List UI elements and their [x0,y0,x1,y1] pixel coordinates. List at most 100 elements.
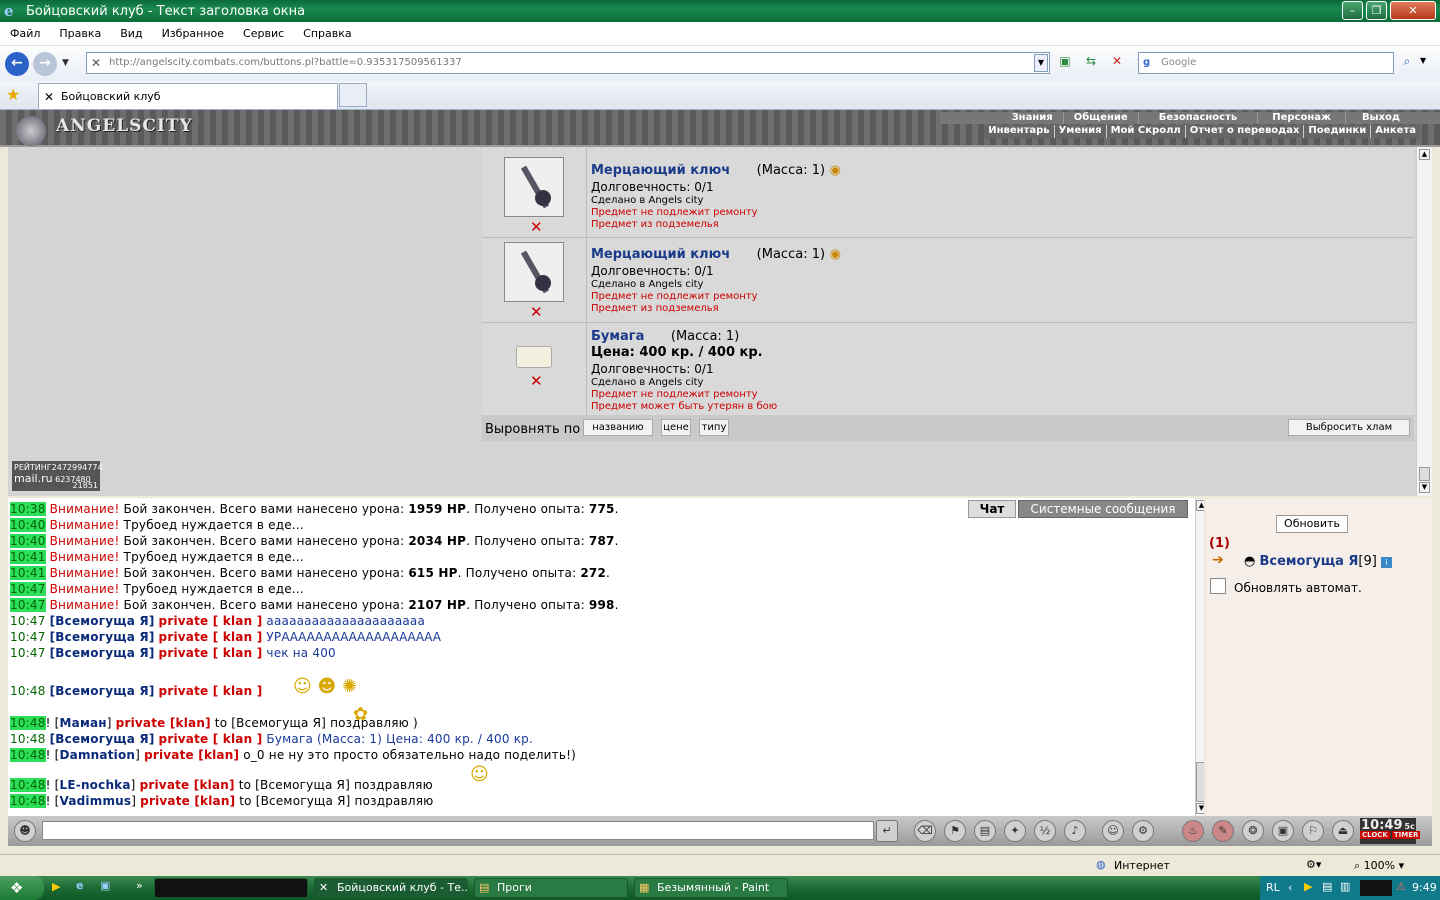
private-tag[interactable]: private [ klan ] [159,732,263,746]
send-icon[interactable]: ↵ [876,820,898,842]
inventory-scrollbar[interactable]: ▲ ▼ [1416,147,1432,496]
menu-favorites[interactable]: Избранное [152,27,233,40]
discard-junk-button[interactable]: Выбросить хлам [1288,419,1410,436]
stop-icon[interactable]: ✕ [1108,54,1126,72]
minimize-button[interactable]: – [1342,1,1363,20]
tray-network-icon[interactable]: ▤ [1322,880,1332,893]
scroll-up-icon[interactable]: ▲ [1419,149,1430,160]
nav-inventory[interactable]: Инвентарь [984,125,1055,138]
exit-icon[interactable]: ⏏ [1332,820,1354,842]
sound-icon[interactable]: ♪ [1064,820,1086,842]
scroll-thumb[interactable] [1419,467,1430,481]
clock-label[interactable]: CLOCK [1360,831,1390,839]
bag-icon[interactable]: ▣ [1272,820,1294,842]
nav-knowledge[interactable]: Знания [1002,112,1064,124]
delete-item-icon[interactable]: ✕ [530,218,543,236]
info-icon[interactable]: i [1380,557,1392,568]
sender-nick[interactable]: [Всемогуща Я] [50,630,155,644]
sender-nick[interactable]: [Всемогуща Я] [50,732,155,746]
tray-security-icon[interactable]: ⚠ [1396,880,1406,893]
start-button[interactable]: ❖ [0,876,44,900]
sort-by-name-button[interactable]: названию [583,419,653,436]
private-tag[interactable]: private [ klan ] [159,614,263,628]
fight-icon[interactable]: ✦ [1004,820,1026,842]
nav-duels[interactable]: Поединки [1304,125,1372,138]
bottle-icon[interactable]: ♨ [1182,820,1204,842]
forward-button[interactable]: → [33,52,57,76]
ratio-icon[interactable]: ½ [1034,820,1056,842]
quicklaunch-more-icon[interactable]: » [136,879,143,892]
private-arrow-icon[interactable]: ➔ [1212,552,1224,568]
timer-label[interactable]: TIMER [1391,831,1421,839]
nav-profile[interactable]: Анкета [1371,125,1420,138]
upgrade-icon[interactable]: ◉ [830,163,841,178]
quicklaunch-ie-icon[interactable]: e [76,879,83,892]
site-logo[interactable]: ANGELSCITY [56,116,193,136]
filter-icon[interactable]: ⚑ [944,820,966,842]
refresh-button[interactable]: Обновить [1276,515,1348,533]
flag-icon[interactable]: ⚐ [1302,820,1324,842]
scroll-down-icon[interactable]: ▼ [1196,803,1204,814]
scroll-icon[interactable]: ✎ [1212,820,1234,842]
private-tag[interactable]: private [ klan ] [159,630,263,644]
upgrade-icon[interactable]: ◉ [830,247,841,262]
delete-item-icon[interactable]: ✕ [530,303,543,321]
language-indicator[interactable]: RL [1266,881,1280,894]
sender-nick[interactable]: [Всемогуща Я] [50,684,155,698]
tab-chat[interactable]: Чат [968,500,1016,518]
new-tab-button[interactable] [339,83,367,107]
scroll-thumb[interactable] [1196,762,1204,802]
task-hidden[interactable] [154,878,308,898]
sender-nick[interactable]: [Всемогуща Я] [50,614,155,628]
private-tag[interactable]: private [klan] [140,794,235,808]
zoom-level[interactable]: ⌕ 100% ▾ [1354,859,1404,873]
rating-counter[interactable]: РЕЙТИНГ2472994774 mail.ru 6237480 21851 [12,461,103,491]
menu-edit[interactable]: Правка [49,27,110,40]
search-icon[interactable]: ⌕ [1396,54,1418,72]
private-tag[interactable]: private [klan] [116,716,211,730]
nav-skills[interactable]: Умения [1055,125,1107,138]
settings-icon[interactable]: ⚙ [1132,820,1154,842]
key-item-image[interactable] [504,157,564,217]
tray-media-icon[interactable]: ▶ [1304,880,1312,893]
tray-clock[interactable]: 9:49 [1412,881,1437,894]
address-input[interactable]: ✕ http://angelscity.combats.com/buttons.… [86,52,1050,74]
scroll-up-icon[interactable]: ▲ [1196,500,1204,511]
maximize-button[interactable]: ❐ [1366,1,1387,20]
nav-security[interactable]: Безопасность [1139,112,1259,124]
favorites-star-icon[interactable]: ★ [6,85,20,104]
private-tag[interactable]: private [ klan ] [159,646,263,660]
sender-nick[interactable]: Vadimmus [60,794,132,808]
private-tag[interactable]: private [ klan ] [159,684,263,698]
nav-communication[interactable]: Общение [1064,112,1139,124]
nav-character[interactable]: Персонаж [1258,112,1346,124]
protected-mode-icon[interactable]: ⚙▾ [1306,858,1321,871]
tray-app-icon[interactable]: ▥ [1340,880,1350,893]
nav-transfers-report[interactable]: Отчет о переводах [1186,125,1305,138]
scroll-down-icon[interactable]: ▼ [1419,482,1430,493]
compat-view-icon[interactable]: ▣ [1056,54,1074,72]
paper-item-image[interactable] [516,346,552,368]
quicklaunch-app-icon[interactable]: ▣ [100,879,110,892]
menu-help[interactable]: Справка [293,27,360,40]
sender-nick[interactable]: [Всемогуща Я] [50,646,155,660]
delete-item-icon[interactable]: ✕ [530,372,543,390]
menu-file[interactable]: Файл [0,27,49,40]
private-tag[interactable]: private [klan] [140,778,235,792]
amulet-icon[interactable]: ❂ [1242,820,1264,842]
sender-nick[interactable]: Маман [60,716,107,730]
menu-tools[interactable]: Сервис [233,27,293,40]
nav-exit[interactable]: Выход [1346,112,1416,124]
task-paint[interactable]: ▦ Безымянный - Paint [634,878,788,898]
quicklaunch-media-icon[interactable]: ▶ [52,880,60,893]
key-item-image[interactable] [504,242,564,302]
back-button[interactable]: ← [5,52,29,76]
chat-scrollbar[interactable]: ▲ ▼ [1195,498,1204,816]
window-titlebar[interactable]: e Бойцовский клуб - Текст заголовка окна… [0,0,1440,22]
tab-active[interactable]: ✕ Бойцовский клуб [38,83,338,109]
nav-my-scroll[interactable]: Мой Скролл [1107,125,1186,138]
task-browser[interactable]: ✕ Бойцовский клуб - Те... [314,878,468,898]
sender-nick[interactable]: LE-nochka [60,778,131,792]
smiley-picker-icon[interactable]: ☺ [1102,820,1124,842]
refresh-icon[interactable]: ⇆ [1082,54,1100,72]
